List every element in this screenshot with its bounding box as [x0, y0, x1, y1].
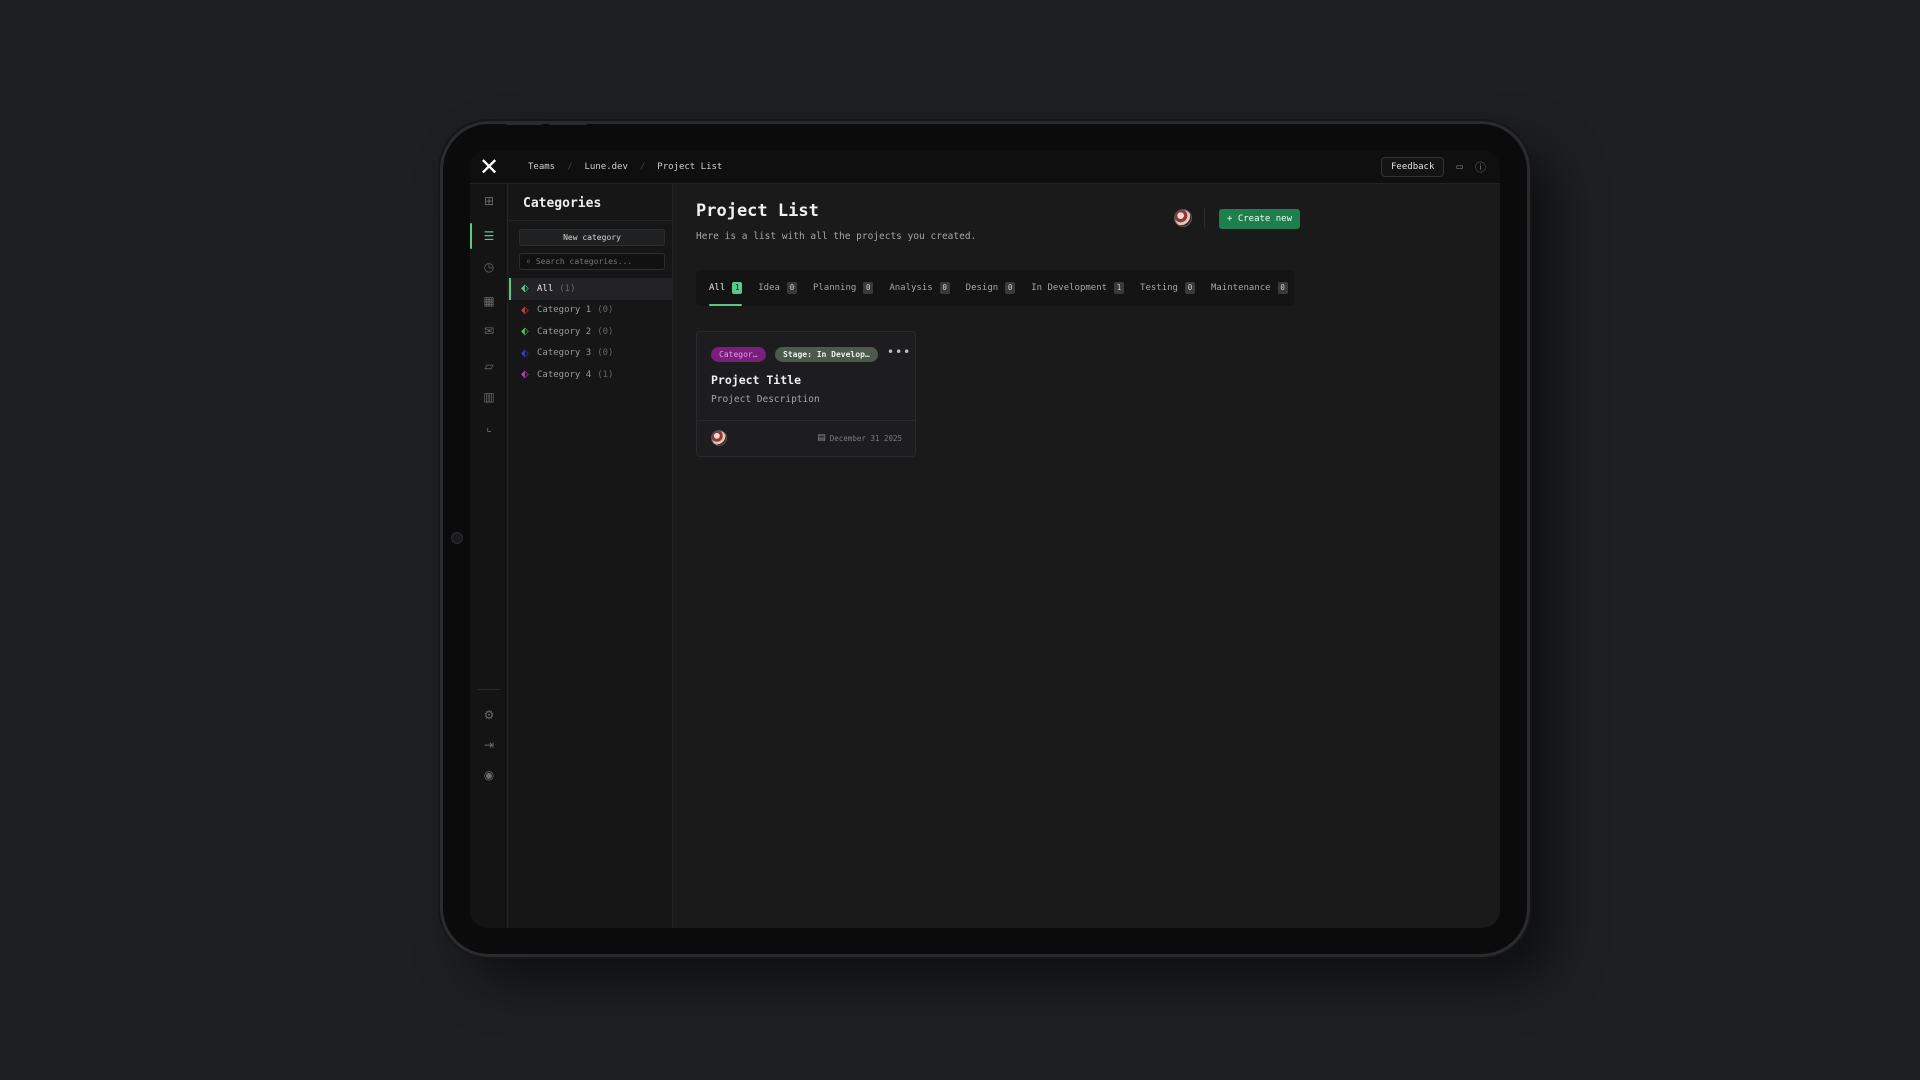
history-icon[interactable]: ◷	[470, 254, 508, 280]
count-badge: 0	[1277, 282, 1288, 294]
date-text: December 31 2025	[829, 433, 902, 443]
search-categories-input[interactable]	[535, 257, 656, 266]
categories-title: Categories	[523, 196, 602, 211]
tag-icon: ⬖	[521, 283, 529, 295]
avatar[interactable]	[711, 430, 727, 446]
line-chart-icon[interactable]: ⌞	[470, 414, 508, 440]
avatar[interactable]	[1174, 209, 1192, 227]
user-circle-icon[interactable]: ◉	[470, 762, 508, 788]
top-bar: ✕ Teams / Lune.dev / Project List Feedba…	[470, 150, 1500, 184]
page-subtitle: Here is a list with all the projects you…	[696, 231, 977, 242]
page-title: Project List	[696, 201, 819, 221]
tag-icon: ⬖	[521, 347, 529, 359]
tab-label: Planning	[812, 283, 857, 293]
tablet-button	[505, 121, 543, 125]
create-new-button[interactable]: + Create new	[1219, 209, 1301, 229]
category-item-3[interactable]: ⬖ Category 3 (0)	[509, 343, 673, 365]
tab-in-development[interactable]: In Development 1	[1031, 270, 1125, 306]
category-label: All	[537, 283, 554, 294]
tab-planning[interactable]: Planning 0	[812, 270, 874, 306]
more-options-icon[interactable]: •••	[887, 345, 911, 359]
search-icon: ⌕	[526, 257, 531, 266]
inbox-icon[interactable]: ▭	[1456, 160, 1463, 173]
main-content: Project List Here is a list with all the…	[674, 184, 1500, 928]
count-badge: 0	[939, 282, 950, 294]
category-count: (0)	[597, 326, 614, 337]
category-item-all[interactable]: ⬖ All (1)	[509, 278, 673, 300]
category-pill[interactable]: Categor…	[711, 347, 766, 362]
count-badge: 0	[786, 282, 797, 294]
list-icon[interactable]: ☰	[470, 223, 508, 249]
tab-label: Design	[965, 283, 999, 293]
tab-testing[interactable]: Testing 0	[1140, 270, 1195, 306]
category-label: Category 2	[537, 326, 592, 337]
tab-label: Testing	[1140, 283, 1178, 293]
logout-icon[interactable]: ⇥	[470, 732, 508, 758]
project-card[interactable]: Categor… Stage: In Develop… ••• Project …	[696, 331, 916, 457]
due-date: ▤ December 31 2025	[817, 433, 902, 443]
breadcrumb-separator: /	[639, 161, 646, 172]
tablet-button	[549, 121, 587, 125]
category-item-2[interactable]: ⬖ Category 2 (0)	[509, 321, 673, 343]
divider	[697, 420, 915, 421]
dashboard-icon[interactable]: ⊞	[470, 188, 508, 214]
category-label: Category 4	[537, 369, 592, 380]
count-badge: 0	[1184, 282, 1195, 294]
screen: ✕ Teams / Lune.dev / Project List Feedba…	[470, 150, 1500, 928]
stage-pill[interactable]: Stage: In Develop…	[775, 347, 878, 362]
project-description: Project Description	[711, 394, 820, 405]
count-badge: 1	[1114, 282, 1125, 294]
category-list: ⬖ All (1) ⬖ Category 1 (0) ⬖ Category 2 …	[509, 278, 673, 386]
project-title: Project Title	[711, 373, 802, 387]
breadcrumb-separator: /	[567, 161, 573, 172]
camera-icon	[451, 532, 463, 544]
tab-maintenance[interactable]: Maintenance 0	[1211, 270, 1288, 306]
rail-divider	[478, 689, 500, 690]
mail-icon[interactable]: ✉	[470, 318, 508, 344]
logo-icon[interactable]: ✕	[470, 150, 508, 184]
divider	[509, 220, 673, 221]
category-item-1[interactable]: ⬖ Category 1 (0)	[509, 300, 673, 322]
tab-label: Maintenance	[1210, 283, 1271, 293]
icon-rail: ⊞ ☰ ◷ ▦ ✉ ▱ ▥ ⌞ ⚙ ⇥ ◉	[470, 184, 508, 928]
tab-all[interactable]: All 1	[709, 270, 743, 306]
tab-analysis[interactable]: Analysis 0	[889, 270, 950, 306]
feedback-button[interactable]: Feedback	[1381, 156, 1445, 177]
bar-chart-icon[interactable]: ▥	[470, 384, 508, 410]
count-badge: 0	[863, 282, 874, 294]
category-count: (1)	[559, 283, 576, 294]
tag-icon: ⬖	[521, 326, 529, 338]
tab-idea[interactable]: Idea 0	[758, 270, 797, 306]
category-count: (0)	[597, 348, 614, 359]
calendar-icon[interactable]: ▦	[470, 288, 508, 314]
breadcrumb-lune-dev[interactable]: Lune.dev	[579, 162, 634, 172]
category-item-4[interactable]: ⬖ Category 4 (1)	[509, 364, 673, 386]
tab-label: All	[709, 283, 726, 293]
tab-design[interactable]: Design 0	[966, 270, 1016, 306]
category-search: ⌕	[519, 253, 665, 270]
count-badge: 1	[732, 282, 743, 294]
category-label: Category 3	[537, 348, 592, 359]
tab-label: Analysis	[889, 283, 933, 293]
category-label: Category 1	[537, 305, 592, 316]
stage-tabs: All 1 Idea 0 Planning 0 Analysis 0 Desig…	[696, 270, 1294, 306]
category-count: (1)	[597, 369, 614, 380]
breadcrumb: Teams / Lune.dev / Project List	[522, 162, 728, 172]
settings-icon[interactable]: ⚙	[470, 702, 508, 728]
tablet-frame: ✕ Teams / Lune.dev / Project List Feedba…	[443, 121, 1527, 954]
category-count: (0)	[597, 305, 614, 316]
new-category-button[interactable]: New category	[519, 229, 665, 246]
folder-icon[interactable]: ▱	[470, 353, 508, 379]
divider	[1204, 208, 1205, 228]
breadcrumb-teams[interactable]: Teams	[522, 162, 561, 172]
tag-icon: ⬖	[521, 304, 529, 316]
tag-icon: ⬖	[521, 369, 529, 381]
count-badge: 0	[1005, 282, 1016, 294]
help-icon[interactable]: ⓘ	[1475, 159, 1486, 175]
tab-label: In Development	[1031, 283, 1108, 293]
tab-label: Idea	[758, 283, 780, 293]
categories-panel: Categories New category ⌕ ⬖ All (1) ⬖ Ca…	[509, 184, 673, 928]
calendar-icon: ▤	[817, 433, 826, 443]
breadcrumb-project-list[interactable]: Project List	[651, 162, 728, 172]
